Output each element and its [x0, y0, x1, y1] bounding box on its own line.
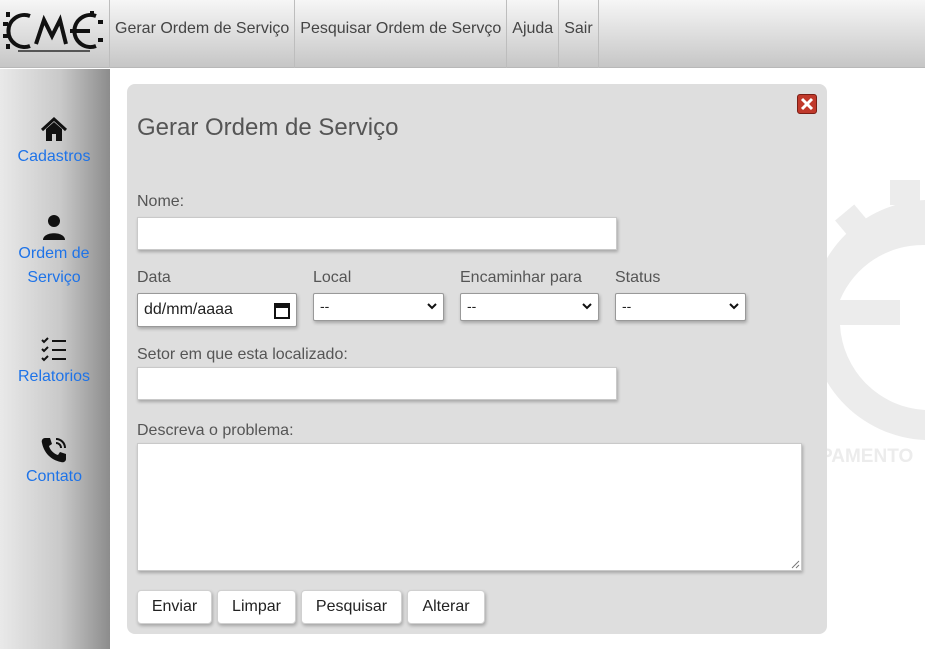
sidebar-item-ordem-servico[interactable]: Ordem de Serviço: [0, 212, 108, 290]
user-icon: [39, 212, 69, 242]
sidebar-item-relatorios[interactable]: Relatorios: [0, 335, 108, 389]
local-label: Local: [313, 269, 352, 286]
enviar-button[interactable]: Enviar: [137, 590, 212, 624]
main-nav: Gerar Ordem de Serviço Pesquisar Ordem d…: [109, 0, 599, 68]
chevron-down-icon: [729, 303, 739, 310]
limpar-button[interactable]: Limpar: [217, 590, 296, 624]
status-value: --: [622, 298, 632, 314]
encaminhar-select[interactable]: --: [460, 293, 599, 321]
data-input[interactable]: dd/mm/aaaa: [137, 293, 297, 327]
home-icon: [39, 115, 69, 145]
date-placeholder: dd/mm/aaaa: [144, 301, 233, 318]
chevron-down-icon: [582, 303, 592, 310]
nav-pesquisar-ordem[interactable]: Pesquisar Ordem de Servço: [294, 0, 506, 68]
close-icon: [800, 97, 814, 111]
status-label: Status: [615, 269, 661, 286]
local-select[interactable]: --: [313, 293, 444, 321]
nome-input[interactable]: [137, 217, 617, 250]
sidebar-item-cadastros[interactable]: Cadastros: [0, 115, 108, 169]
setor-label: Setor em que esta localizado:: [137, 346, 348, 363]
nav-sair[interactable]: Sair: [558, 0, 599, 68]
problema-label: Descreva o problema:: [137, 422, 294, 439]
chevron-down-icon: [427, 303, 437, 310]
sidebar-item-contato[interactable]: Contato: [0, 435, 108, 489]
cme-logo[interactable]: [0, 0, 108, 68]
close-button[interactable]: [797, 94, 817, 114]
checklist-icon: [39, 335, 69, 365]
encaminhar-label: Encaminhar para: [460, 269, 582, 286]
status-select[interactable]: --: [615, 293, 746, 321]
local-value: --: [320, 298, 330, 314]
sidebar-label: Relatorios: [17, 368, 91, 385]
nav-gerar-ordem[interactable]: Gerar Ordem de Serviço: [109, 0, 294, 68]
alterar-button[interactable]: Alterar: [407, 590, 485, 624]
calendar-icon[interactable]: [274, 302, 290, 319]
data-label: Data: [137, 269, 171, 286]
nome-label: Nome:: [137, 193, 185, 210]
encaminhar-value: --: [467, 298, 477, 314]
sidebar-label: Cadastros: [17, 148, 91, 165]
pesquisar-button[interactable]: Pesquisar: [301, 590, 402, 624]
sidebar-label: Contato: [25, 468, 83, 485]
sidebar-label: Ordem de Serviço: [18, 245, 90, 286]
resize-grip-icon[interactable]: [791, 560, 800, 569]
top-navbar: Gerar Ordem de Serviço Pesquisar Ordem d…: [0, 0, 925, 68]
problema-textarea[interactable]: [137, 443, 802, 571]
watermark-text: PAMENTO: [820, 446, 913, 467]
form-panel: Gerar Ordem de Serviço Nome: Data dd/mm/…: [127, 84, 827, 634]
nav-ajuda[interactable]: Ajuda: [506, 0, 558, 68]
phone-icon: [39, 435, 69, 465]
setor-input[interactable]: [137, 367, 617, 400]
page-title: Gerar Ordem de Serviço: [137, 114, 399, 141]
sidebar: Cadastros Ordem de Serviço Relatorios Co…: [0, 69, 110, 649]
